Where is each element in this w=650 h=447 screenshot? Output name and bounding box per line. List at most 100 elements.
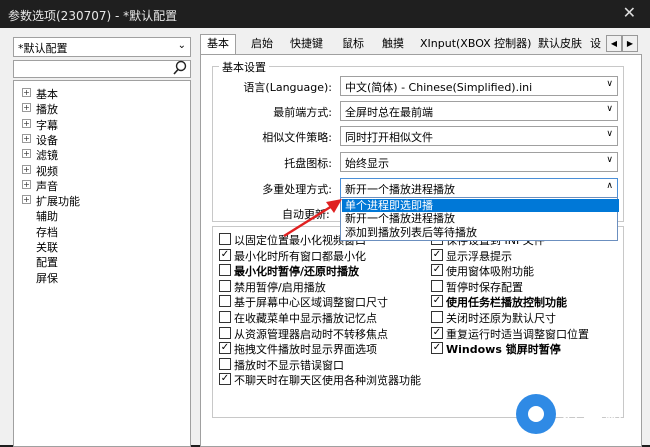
tab[interactable]: 触摸 xyxy=(376,35,410,53)
option-label: 最小化时暂停/还原时播放 xyxy=(234,265,360,279)
search-input[interactable] xyxy=(13,60,191,78)
close-icon[interactable]: ✕ xyxy=(623,3,636,22)
checkbox-unchecked-icon[interactable] xyxy=(219,295,231,308)
setting-select[interactable]: 同时打开相似文件 ∨ xyxy=(340,126,618,146)
auto-update-label: 自动更新: xyxy=(282,208,330,221)
setting-label: 相似文件策略: xyxy=(262,131,332,144)
profile-select[interactable]: *默认配置 ⌄ xyxy=(13,37,191,57)
expand-icon[interactable]: + xyxy=(22,133,31,143)
option-label: Windows 锁屏时暂停 xyxy=(446,343,561,357)
tree-item[interactable]: + 扩展功能 xyxy=(14,192,184,208)
profile-select-value: *默认配置 xyxy=(18,42,68,55)
tab[interactable]: 启始 xyxy=(245,35,279,53)
select-value: 新开一个播放进程播放 xyxy=(345,183,455,196)
checkbox-unchecked-icon[interactable] xyxy=(219,357,231,370)
tab[interactable]: 快捷键 xyxy=(284,35,329,53)
tab[interactable]: XInput(XBOX 控制器) xyxy=(414,35,537,53)
title-bar: 参数选项(230707) - *默认配置 ✕ xyxy=(0,0,650,28)
checkbox-checked-icon[interactable]: ✓ xyxy=(431,264,443,277)
option-label: 关闭时还原为默认尺寸 xyxy=(446,312,556,325)
tab-scroll: ◀ ▶ xyxy=(606,35,638,52)
setting-select[interactable]: 中文(简体) - Chinese(Simplified).ini ∨ xyxy=(340,76,618,96)
tree-item[interactable]: 存档 xyxy=(14,223,184,239)
multi-process-dropdown-list: 单个进程即选即播 新开一个播放进程播放 添加到播放列表后等待播放 xyxy=(340,197,619,241)
checkbox-checked-icon[interactable]: ✓ xyxy=(431,295,443,308)
option-label: 不聊天时在聊天区使用各种浏览器功能 xyxy=(234,374,421,388)
setting-label: 语言(Language): xyxy=(243,81,332,94)
watermark: 好装机 xyxy=(512,392,642,440)
option-label: 在收藏菜单中显示播放记忆点 xyxy=(234,312,377,325)
tree-item[interactable]: + 字幕 xyxy=(14,116,184,132)
tree-item[interactable]: 关联 xyxy=(14,238,184,254)
setting-label: 托盘图标: xyxy=(284,157,332,170)
watermark-text: 好装机 xyxy=(562,404,625,428)
category-tree: + 基本 + 播放 + 字幕 + 设备 + 滤镜 + 视频 + 声音 + 扩展功能 辅助 存档 关联 配置屏保 xyxy=(13,80,191,447)
option-label: 拖拽文件播放时显示界面选项 xyxy=(234,343,377,357)
select-value: 全屏时总在最前端 xyxy=(345,106,433,119)
watermark-logo-icon xyxy=(516,394,556,434)
checkbox-unchecked-icon[interactable] xyxy=(219,311,231,323)
option-label: 基于屏幕中心区域调整窗口尺寸 xyxy=(234,296,388,310)
tab-scroll-right-icon[interactable]: ▶ xyxy=(622,35,638,52)
tree-item-label: 屏保 xyxy=(36,271,58,285)
expand-icon[interactable]: + xyxy=(22,164,31,174)
checkbox-checked-icon[interactable]: ✓ xyxy=(431,326,443,339)
window-title: 参数选项(230707) - *默认配置 xyxy=(8,9,178,23)
dropdown-option[interactable]: 新开一个播放进程播放 xyxy=(342,212,619,225)
tree-item[interactable]: + 声音 xyxy=(14,177,184,193)
options-group: 以固定位置最小化视频窗口 ✓ 最小化时所有窗口都最小化 最小化时暂停/还原时播放 禁用暂… xyxy=(212,226,624,418)
expand-icon[interactable]: + xyxy=(22,179,31,189)
chevron-down-icon: ∨ xyxy=(606,79,613,89)
option-label: 播放时不显示错误窗口 xyxy=(234,358,344,372)
tree-item[interactable]: + 基本 xyxy=(14,85,184,101)
tab[interactable]: 默认皮肤 xyxy=(532,35,588,53)
dropdown-option[interactable]: 单个进程即选即播 xyxy=(342,199,619,212)
chevron-down-icon: ∨ xyxy=(606,129,613,139)
setting-select[interactable]: 全屏时总在最前端 ∨ xyxy=(340,101,618,121)
setting-select[interactable]: 新开一个播放进程播放 ∧ xyxy=(340,178,618,198)
select-value: 始终显示 xyxy=(345,157,389,170)
checkbox-unchecked-icon[interactable] xyxy=(431,311,443,323)
checkbox-checked-icon[interactable]: ✓ xyxy=(219,373,231,386)
setting-label: 最前端方式: xyxy=(273,106,332,119)
expand-icon[interactable]: + xyxy=(22,88,31,97)
checkbox-unchecked-icon[interactable] xyxy=(219,233,231,245)
option-label: 禁用暂停/启用播放 xyxy=(234,280,326,294)
chevron-down-icon: ∨ xyxy=(606,155,613,165)
expand-icon[interactable]: + xyxy=(22,103,31,113)
expand-icon[interactable]: + xyxy=(22,195,31,205)
select-value: 同时打开相似文件 xyxy=(345,131,433,144)
checkbox-unchecked-icon[interactable] xyxy=(431,279,443,292)
expand-icon[interactable]: + xyxy=(22,118,31,128)
dropdown-option[interactable]: 添加到播放列表后等待播放 xyxy=(342,226,619,239)
tab-bar: 基本 启始 快捷键 鼠标 触摸 XInput(XBOX 控制器) 默认皮肤设 xyxy=(200,34,640,55)
option-label: 显示浮悬提示 xyxy=(446,249,512,263)
tree-item[interactable]: + 滤镜 xyxy=(14,146,184,162)
tree-item[interactable]: + 设备 xyxy=(14,131,184,147)
tree-item[interactable]: + 播放 xyxy=(14,100,184,116)
tree-item[interactable]: + 视频 xyxy=(14,162,184,178)
tree-item[interactable]: 辅助 xyxy=(14,207,184,223)
checkbox-checked-icon[interactable]: ✓ xyxy=(431,248,443,261)
tab[interactable]: 基本 xyxy=(200,34,236,55)
tree-item[interactable]: 屏保 xyxy=(14,269,184,285)
checkbox-checked-icon[interactable]: ✓ xyxy=(219,248,231,261)
checkbox-unchecked-icon[interactable] xyxy=(219,326,231,339)
chevron-down-icon: ∨ xyxy=(606,104,613,114)
tree-item[interactable]: 配置 xyxy=(14,253,184,269)
option-label: 最小化时所有窗口都最小化 xyxy=(234,249,366,263)
expand-icon[interactable]: + xyxy=(22,149,31,159)
checkbox-checked-icon[interactable]: ✓ xyxy=(431,342,443,355)
select-value: 中文(简体) - Chinese(Simplified).ini xyxy=(345,81,533,94)
tab[interactable]: 鼠标 xyxy=(336,35,370,53)
checkbox-unchecked-icon[interactable] xyxy=(219,279,231,292)
search-icon[interactable] xyxy=(172,60,188,76)
checkbox-checked-icon[interactable]: ✓ xyxy=(219,342,231,355)
checkbox-unchecked-icon[interactable] xyxy=(219,264,231,277)
setting-select[interactable]: 始终显示 ∨ xyxy=(340,152,618,172)
option-label: 使用任务栏播放控制功能 xyxy=(446,296,567,310)
option-label: 使用窗体吸附功能 xyxy=(446,265,534,279)
tab-scroll-left-icon[interactable]: ◀ xyxy=(606,35,622,52)
option-label: 重复运行时适当调整窗口位置 xyxy=(446,327,589,341)
tab[interactable]: 设 xyxy=(584,35,607,53)
